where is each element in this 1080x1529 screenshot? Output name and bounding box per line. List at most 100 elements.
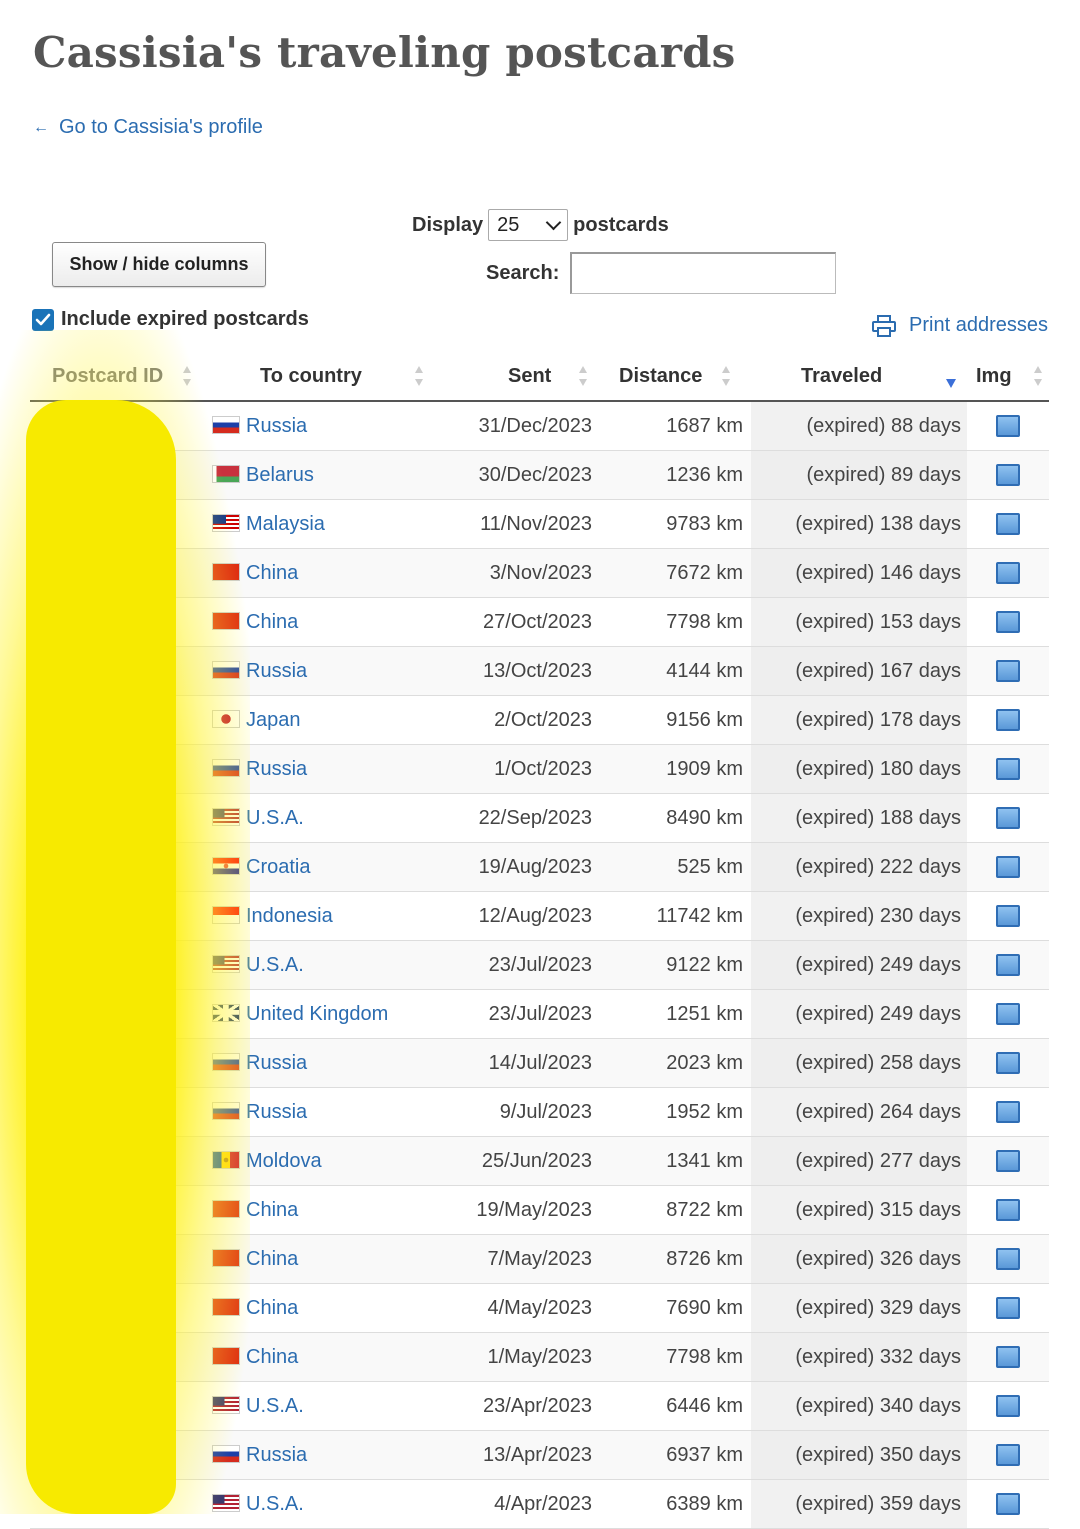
country-link[interactable]: China [246,1297,298,1319]
traveled-cell: (expired) 264 days [751,1087,967,1137]
traveled-cell: (expired) 153 days [751,597,967,647]
sort-descending-icon [946,379,956,388]
traveled-cell: (expired) 146 days [751,548,967,598]
display-length-select[interactable]: 25 [488,209,569,241]
sent-date-cell: 23/Jul/2023 [438,940,606,990]
img-cell [967,548,1049,598]
country-link[interactable]: U.S.A. [246,954,304,976]
image-icon[interactable] [996,464,1020,487]
image-icon[interactable] [996,1248,1020,1271]
column-header-img[interactable]: Img [967,352,1049,402]
image-icon[interactable] [996,1052,1020,1075]
country-link[interactable]: Moldova [246,1150,322,1172]
sent-date-cell: 30/Dec/2023 [438,450,606,500]
country-link[interactable]: China [246,1248,298,1270]
country-cell: China [206,597,438,647]
distance-cell: 1952 km [606,1087,751,1137]
sent-date-cell: 22/Sep/2023 [438,793,606,843]
country-link[interactable]: China [246,562,298,584]
country-link[interactable]: China [246,1199,298,1221]
image-icon[interactable] [996,660,1020,683]
image-icon[interactable] [996,758,1020,781]
country-cell: Malaysia [206,499,438,549]
country-link[interactable]: United Kingdom [246,1003,388,1025]
show-hide-columns-button[interactable]: Show / hide columns [52,242,266,287]
image-icon[interactable] [996,1199,1020,1222]
display-length-control: Display 25 postcards [412,208,669,242]
include-expired-toggle[interactable]: Include expired postcards [32,308,309,331]
country-cell: Russia [206,646,438,696]
image-icon[interactable] [996,1444,1020,1467]
column-header-to-country[interactable]: To country [206,352,438,402]
country-link[interactable]: Malaysia [246,513,325,535]
table-row: Russia 1/Oct/2023 1909 km (expired) 180 day… [30,744,1049,794]
image-icon[interactable] [996,1297,1020,1320]
img-cell [967,1038,1049,1088]
column-header-sent[interactable]: Sent [438,352,606,402]
column-header-traveled[interactable]: Traveled [751,352,967,402]
sent-date-cell: 23/Apr/2023 [438,1381,606,1431]
country-link[interactable]: Indonesia [246,905,333,927]
image-icon[interactable] [996,709,1020,732]
country-link[interactable]: Belarus [246,464,314,486]
image-icon[interactable] [996,1395,1020,1418]
image-icon[interactable] [996,513,1020,536]
search-input[interactable] [570,252,837,294]
img-cell [967,646,1049,696]
country-cell: Croatia [206,842,438,892]
img-cell [967,842,1049,892]
profile-link[interactable]: ← Go to Cassisia's profile [33,116,263,139]
image-icon[interactable] [996,1003,1020,1026]
country-link[interactable]: Russia [246,1101,307,1123]
country-cell: U.S.A. [206,940,438,990]
country-link[interactable]: China [246,1346,298,1368]
postcard-id-cell [30,597,206,647]
image-icon[interactable] [996,954,1020,977]
sent-date-cell: 25/Jun/2023 [438,1136,606,1186]
country-link[interactable]: Japan [246,709,301,731]
country-link[interactable]: U.S.A. [246,807,304,829]
traveled-cell: (expired) 188 days [751,793,967,843]
image-icon[interactable] [996,905,1020,928]
country-link[interactable]: U.S.A. [246,1395,304,1417]
postcard-id-cell [30,1234,206,1284]
postcard-id-cell [30,744,206,794]
image-icon[interactable] [996,611,1020,634]
img-cell [967,793,1049,843]
image-icon[interactable] [996,856,1020,879]
country-link[interactable]: Russia [246,1052,307,1074]
image-icon[interactable] [996,1150,1020,1173]
country-link[interactable]: Russia [246,1444,307,1466]
traveled-cell: (expired) 230 days [751,891,967,941]
sent-date-cell: 11/Nov/2023 [438,499,606,549]
traveled-cell: (expired) 180 days [751,744,967,794]
distance-cell: 8490 km [606,793,751,843]
country-link[interactable]: Russia [246,758,307,780]
distance-cell: 6937 km [606,1430,751,1480]
sent-date-cell: 12/Aug/2023 [438,891,606,941]
include-expired-checkbox[interactable] [32,308,54,331]
traveled-cell: (expired) 88 days [751,401,967,451]
image-icon[interactable] [996,807,1020,830]
print-addresses-link[interactable]: Print addresses [872,314,1048,337]
postcard-id-cell [30,842,206,892]
country-link[interactable]: Russia [246,660,307,682]
table-row: Russia 31/Dec/2023 1687 km (expired) 88 day… [30,401,1049,451]
image-icon[interactable] [996,1493,1020,1516]
country-link[interactable]: China [246,611,298,633]
image-icon[interactable] [996,1346,1020,1369]
country-cell: Russia [206,744,438,794]
image-icon[interactable] [996,1101,1020,1124]
country-link[interactable]: U.S.A. [246,1493,304,1515]
table-row: Malaysia 11/Nov/2023 9783 km (expired) 138 … [30,499,1049,549]
country-link[interactable]: Russia [246,415,307,437]
img-cell [967,401,1049,451]
country-link[interactable]: Croatia [246,856,310,878]
column-header-distance[interactable]: Distance [606,352,751,402]
image-icon[interactable] [996,562,1020,585]
img-cell [967,1234,1049,1284]
image-icon[interactable] [996,415,1020,438]
column-header-postcard-id[interactable]: Postcard ID [30,352,206,402]
traveled-cell: (expired) 89 days [751,450,967,500]
country-cell: U.S.A. [206,793,438,843]
